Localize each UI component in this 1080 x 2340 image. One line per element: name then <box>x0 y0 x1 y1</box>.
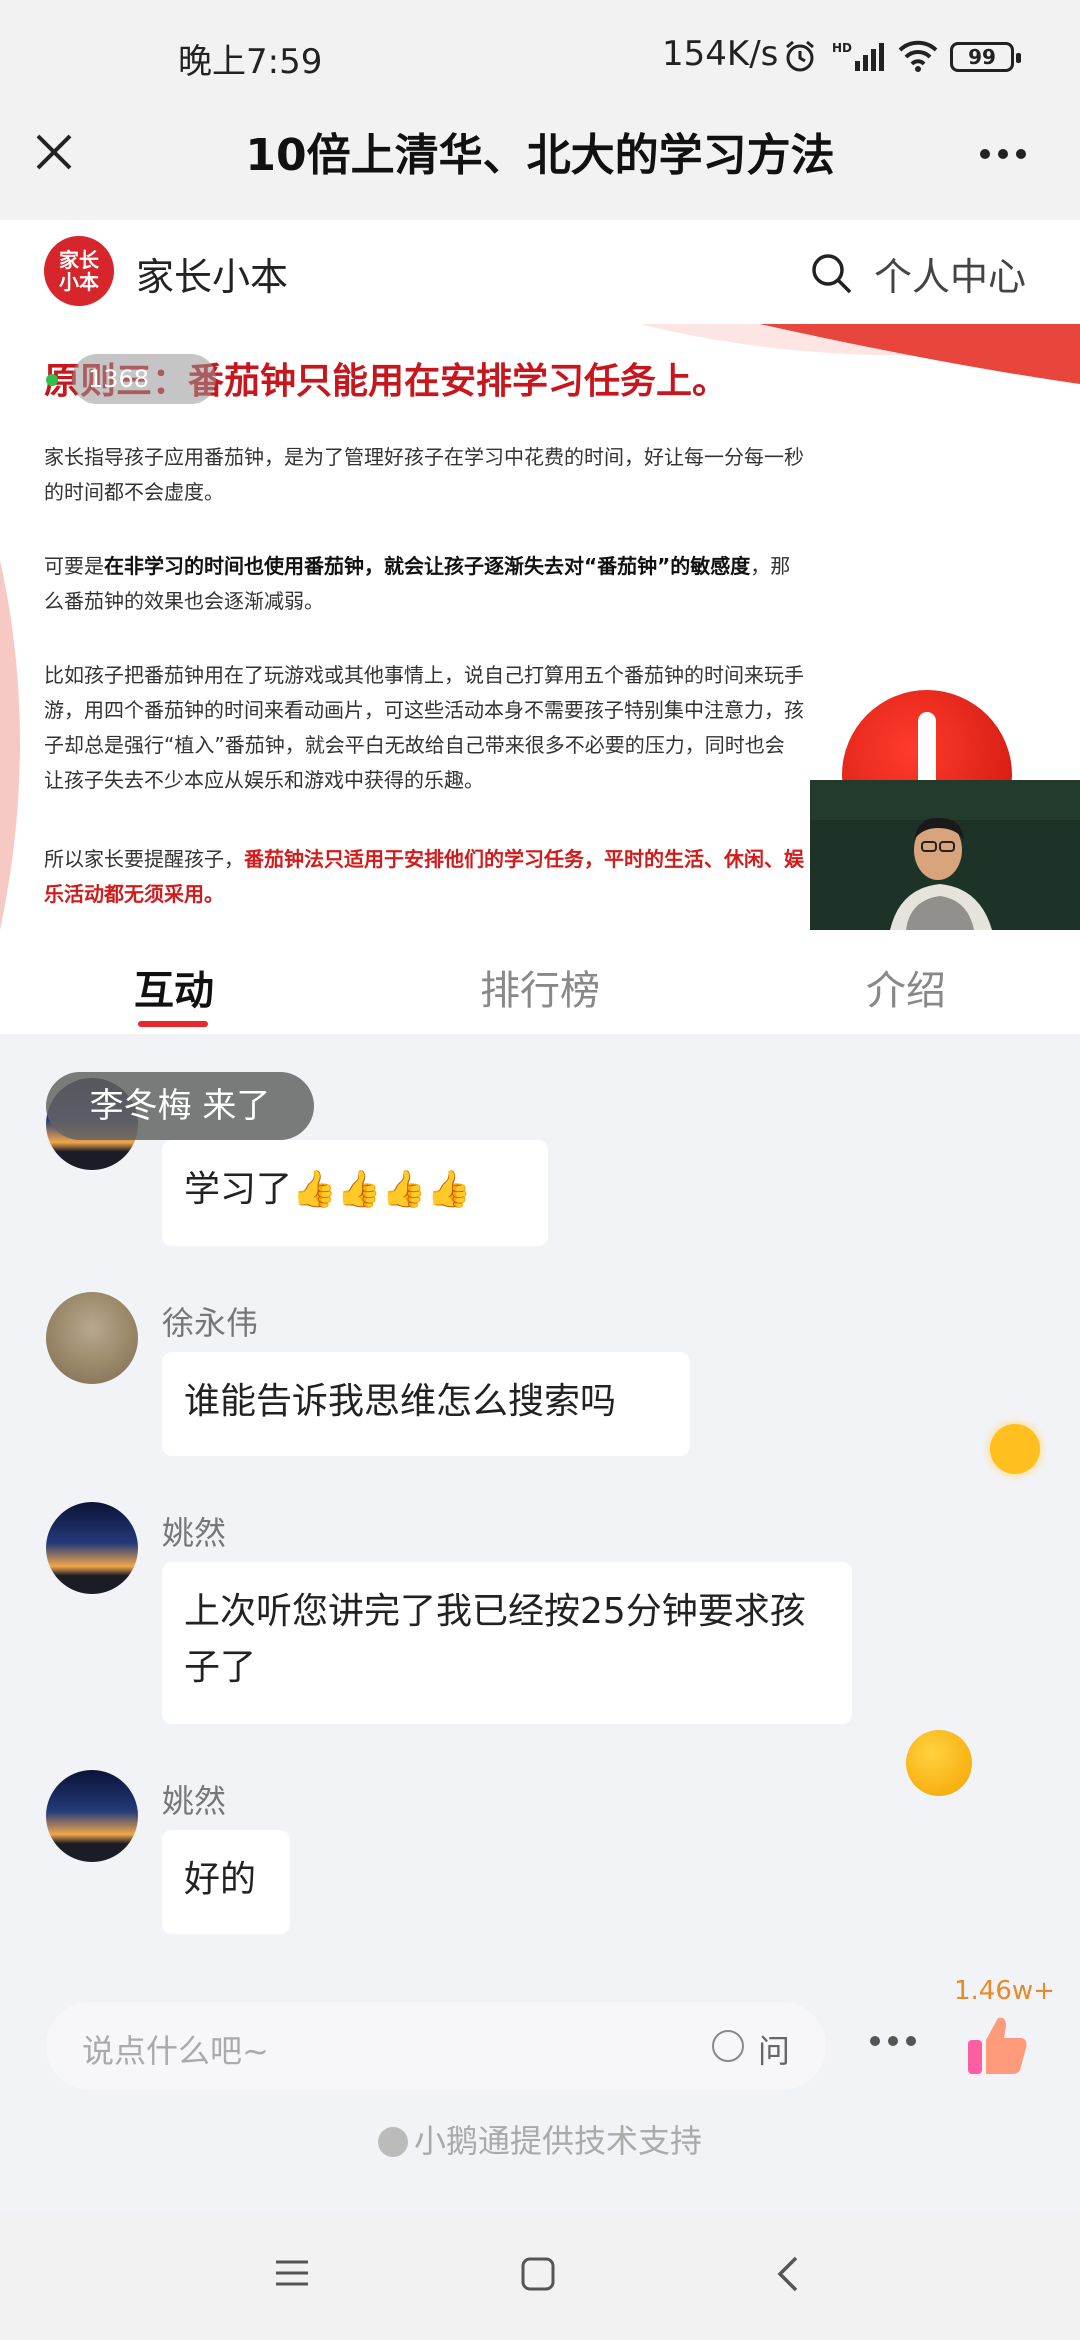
user-center-link[interactable]: 个人中心 <box>874 246 1026 301</box>
ask-label: 问 <box>758 2032 791 2070</box>
tab-introduction[interactable]: 介绍 <box>866 958 946 1016</box>
tab-interaction[interactable]: 互动 <box>134 958 214 1016</box>
coin-reward-icon[interactable] <box>990 1424 1040 1474</box>
menu-icon <box>276 2260 308 2286</box>
home-icon <box>521 2257 555 2291</box>
active-tab-indicator <box>138 1021 208 1027</box>
teacher-video[interactable] <box>810 780 1080 930</box>
smile-emoji-icon[interactable] <box>906 1730 972 1796</box>
brand-logo[interactable]: 家长小本 <box>44 236 114 306</box>
like-button[interactable] <box>962 2010 1032 2080</box>
chat-message: 好的 <box>162 1830 290 1934</box>
close-icon <box>36 134 72 170</box>
live-indicator <box>46 374 58 386</box>
menu-nav-button[interactable] <box>274 2258 310 2292</box>
avatar[interactable] <box>46 1292 138 1384</box>
slide-paragraph-3: 比如孩子把番茄钟用在了玩游戏或其他事情上，说自己打算用五个番茄钟的时间来玩手游，… <box>44 663 804 792</box>
page-title: 10倍上清华、北大的学习方法 <box>245 130 835 181</box>
hd-label: HD <box>832 41 853 55</box>
viewer-count-badge: 1368 <box>72 354 216 404</box>
chat-message: 谁能告诉我思维怎么搜索吗 <box>162 1352 690 1456</box>
status-icons: HD <box>782 36 938 76</box>
chat-message: 学习了👍👍👍👍 <box>162 1140 548 1246</box>
slide-paragraph-1: 家长指导孩子应用番茄钟，是为了管理好孩子在学习中花费的时间，好让每一分每一秒的时… <box>44 445 804 504</box>
teacher-video-feed <box>810 780 1080 930</box>
join-notification: 李冬梅 来了 <box>46 1072 314 1140</box>
chat-username: 姚然 <box>162 1782 227 1820</box>
back-nav-button[interactable] <box>774 2254 800 2298</box>
more-actions-button[interactable] <box>870 2036 916 2046</box>
slide-paragraph-2: 可要是在非学习的时间也使用番茄钟，就会让孩子逐渐失去对“番茄钟”的敏感度，那么番… <box>44 554 791 613</box>
chat-message: 上次听您讲完了我已经按25分钟要求孩子了 <box>162 1562 852 1724</box>
comment-input-placeholder: 说点什么吧~ <box>82 2032 269 2070</box>
chat-username: 姚然 <box>162 1514 227 1552</box>
search-icon <box>812 254 852 294</box>
more-icon <box>980 149 990 159</box>
slide-decoration-left <box>0 560 20 930</box>
chat-username: 徐永伟 <box>162 1304 259 1342</box>
alarm-icon <box>786 40 814 72</box>
wifi-icon <box>898 40 938 72</box>
battery-indicator: 99 <box>950 42 1021 72</box>
like-count: 1.46w+ <box>954 1976 1055 2006</box>
ask-toggle[interactable] <box>712 2030 744 2062</box>
status-time: 晚上7:59 <box>178 42 323 82</box>
back-icon <box>777 2256 798 2292</box>
network-speed: 154K/s <box>662 34 779 74</box>
slide-paragraph-4: 所以家长要提醒孩子，番茄钟法只适用于安排他们的学习任务，平时的生活、休闲、娱乐活… <box>44 847 804 906</box>
brand-name[interactable]: 家长小本 <box>136 246 288 301</box>
avatar[interactable] <box>46 1770 138 1862</box>
home-nav-button[interactable] <box>520 2256 556 2296</box>
more-options-button[interactable] <box>970 130 1036 178</box>
signal-icon: HD <box>832 41 885 71</box>
powered-by: 小鹅通提供技术支持 <box>0 2116 1080 2162</box>
thumbs-up-icon <box>968 2017 1027 2074</box>
close-button[interactable] <box>30 128 78 176</box>
powered-by-icon <box>377 2127 408 2157</box>
tab-leaderboard[interactable]: 排行榜 <box>480 958 600 1016</box>
avatar[interactable] <box>46 1502 138 1594</box>
search-button[interactable] <box>808 250 854 296</box>
